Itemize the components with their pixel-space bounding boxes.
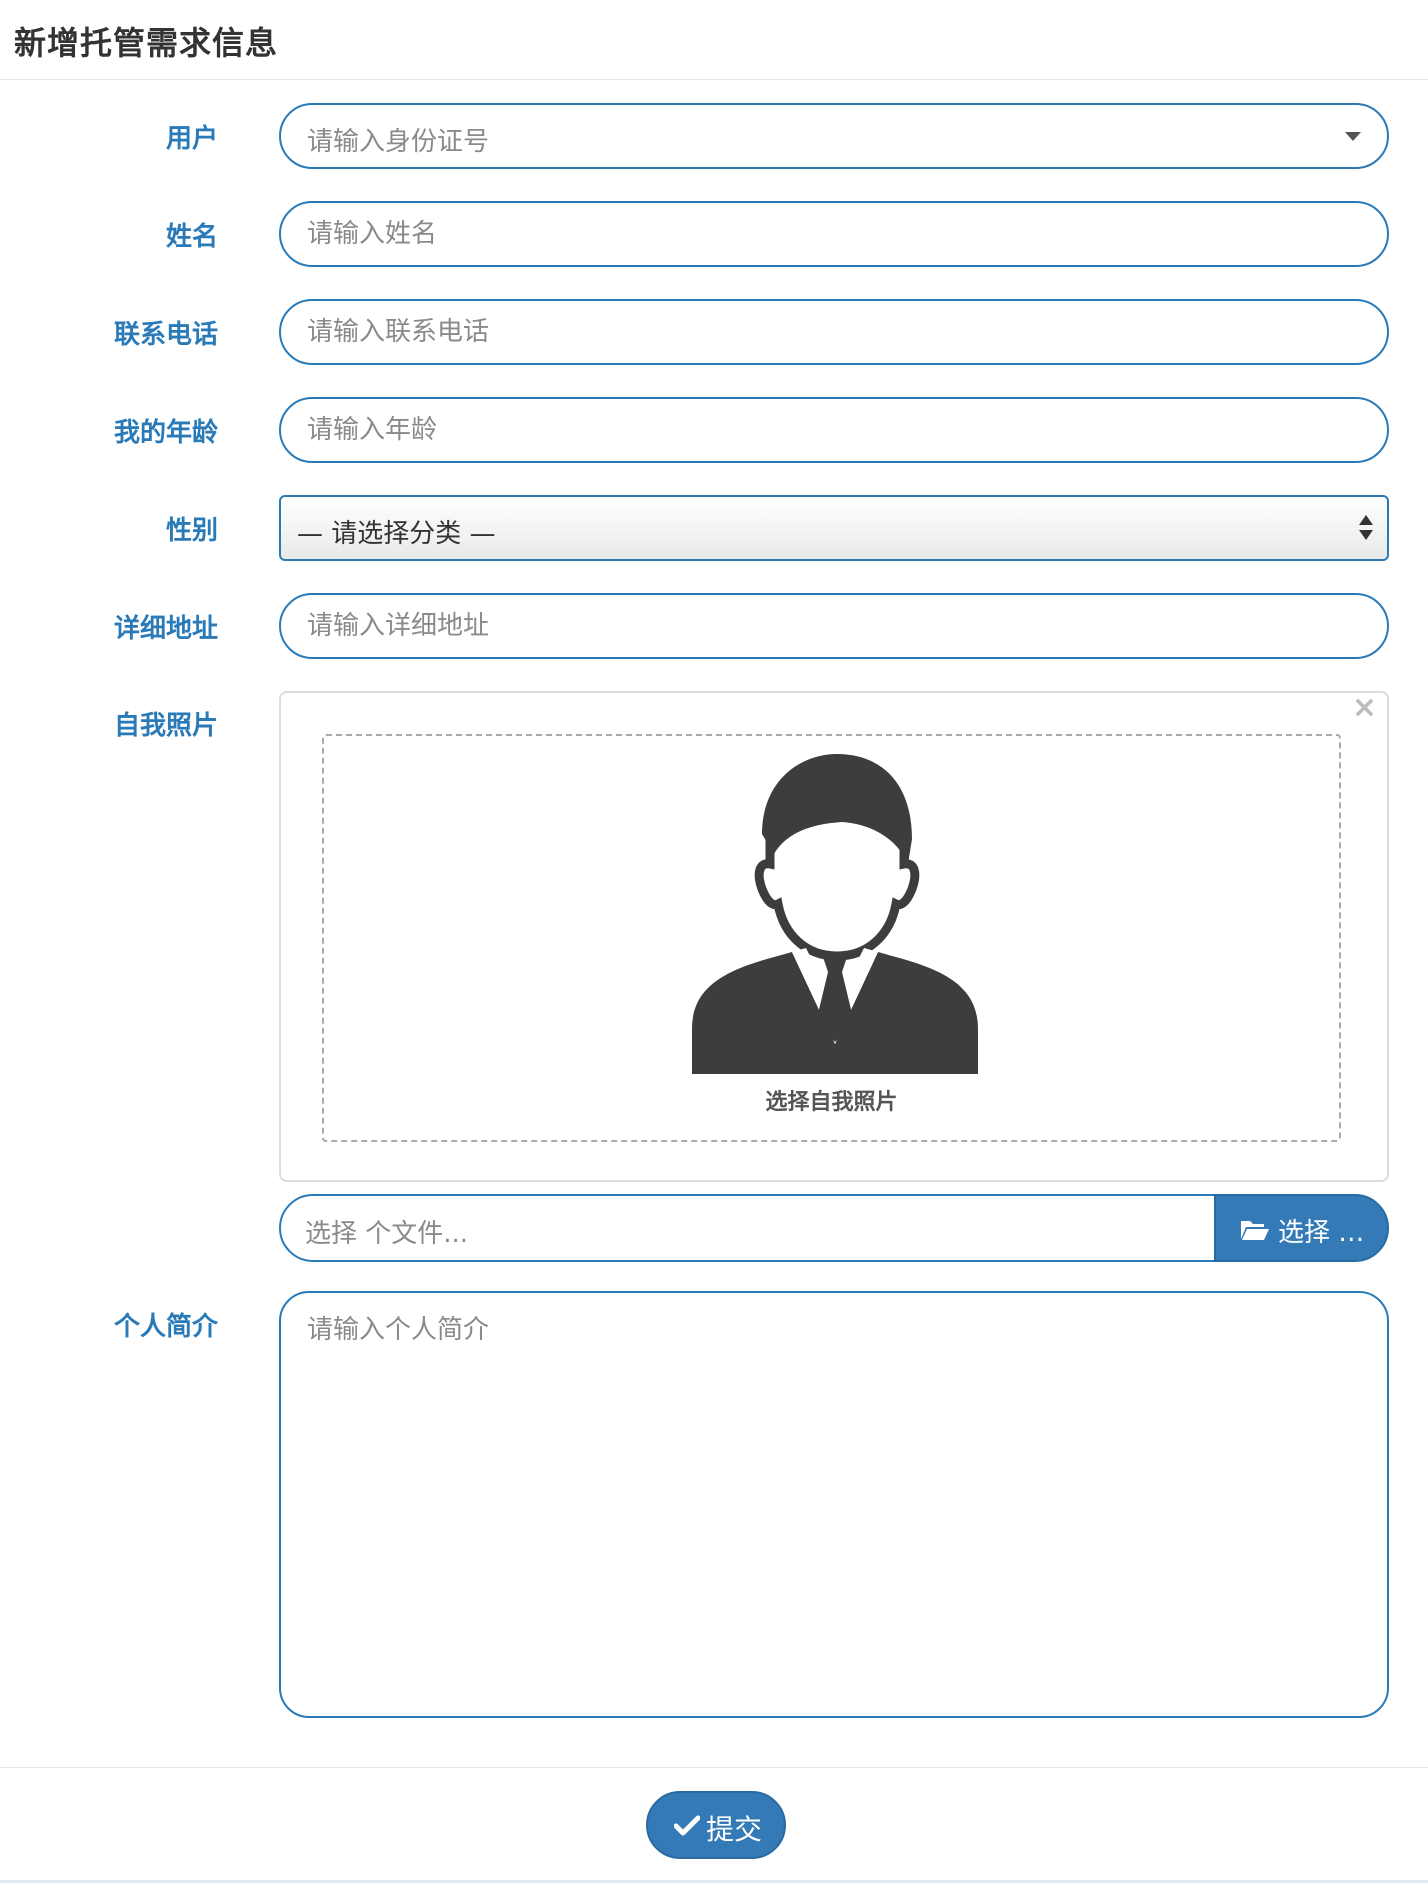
bottom-border: [0, 1880, 1428, 1883]
photo-caption: 选择自我照片: [765, 1090, 898, 1115]
photo-upload-preview: × 选择自我照片: [279, 691, 1389, 1182]
user-id-placeholder: 请输入身份证号: [307, 127, 490, 157]
page-title: 新增托管需求信息: [14, 24, 279, 62]
user-avatar-icon: [692, 754, 978, 1074]
page-header: 新增托管需求信息: [0, 0, 1428, 80]
user-label: 用户: [165, 124, 218, 154]
gender-selected-value: — 请选择分类 —: [297, 519, 496, 549]
submit-button[interactable]: 提交: [646, 1791, 786, 1859]
submit-label: 提交: [706, 1813, 763, 1846]
caret-down-icon: [1345, 132, 1361, 141]
footer-divider: [0, 1767, 1428, 1768]
intro-textarea[interactable]: 请输入个人简介: [279, 1291, 1389, 1718]
select-arrows-icon: [1359, 515, 1373, 545]
browse-button[interactable]: 选择 …: [1214, 1194, 1389, 1262]
gender-label: 性别: [165, 516, 218, 546]
phone-label: 联系电话: [113, 320, 218, 350]
file-placeholder: 选择 个文件...: [305, 1219, 469, 1249]
name-input[interactable]: [279, 201, 1389, 267]
intro-label: 个人简介: [113, 1312, 218, 1342]
photo-label: 自我照片: [113, 711, 218, 741]
age-label: 我的年龄: [113, 418, 218, 448]
folder-open-icon: [1241, 1221, 1269, 1240]
browse-label: 选择 …: [1278, 1218, 1365, 1248]
name-label: 姓名: [165, 222, 218, 252]
user-id-select[interactable]: 请输入身份证号: [279, 103, 1389, 169]
photo-drop-zone[interactable]: 选择自我照片: [322, 734, 1341, 1142]
age-input[interactable]: [279, 397, 1389, 463]
address-input[interactable]: [279, 593, 1389, 659]
close-icon[interactable]: ×: [1352, 693, 1377, 723]
intro-placeholder: 请输入个人简介: [307, 1315, 490, 1345]
file-name-input[interactable]: 选择 个文件...: [279, 1194, 1219, 1262]
gender-select[interactable]: — 请选择分类 —: [279, 495, 1389, 561]
phone-input[interactable]: [279, 299, 1389, 365]
check-icon: [674, 1815, 700, 1836]
address-label: 详细地址: [113, 614, 218, 644]
